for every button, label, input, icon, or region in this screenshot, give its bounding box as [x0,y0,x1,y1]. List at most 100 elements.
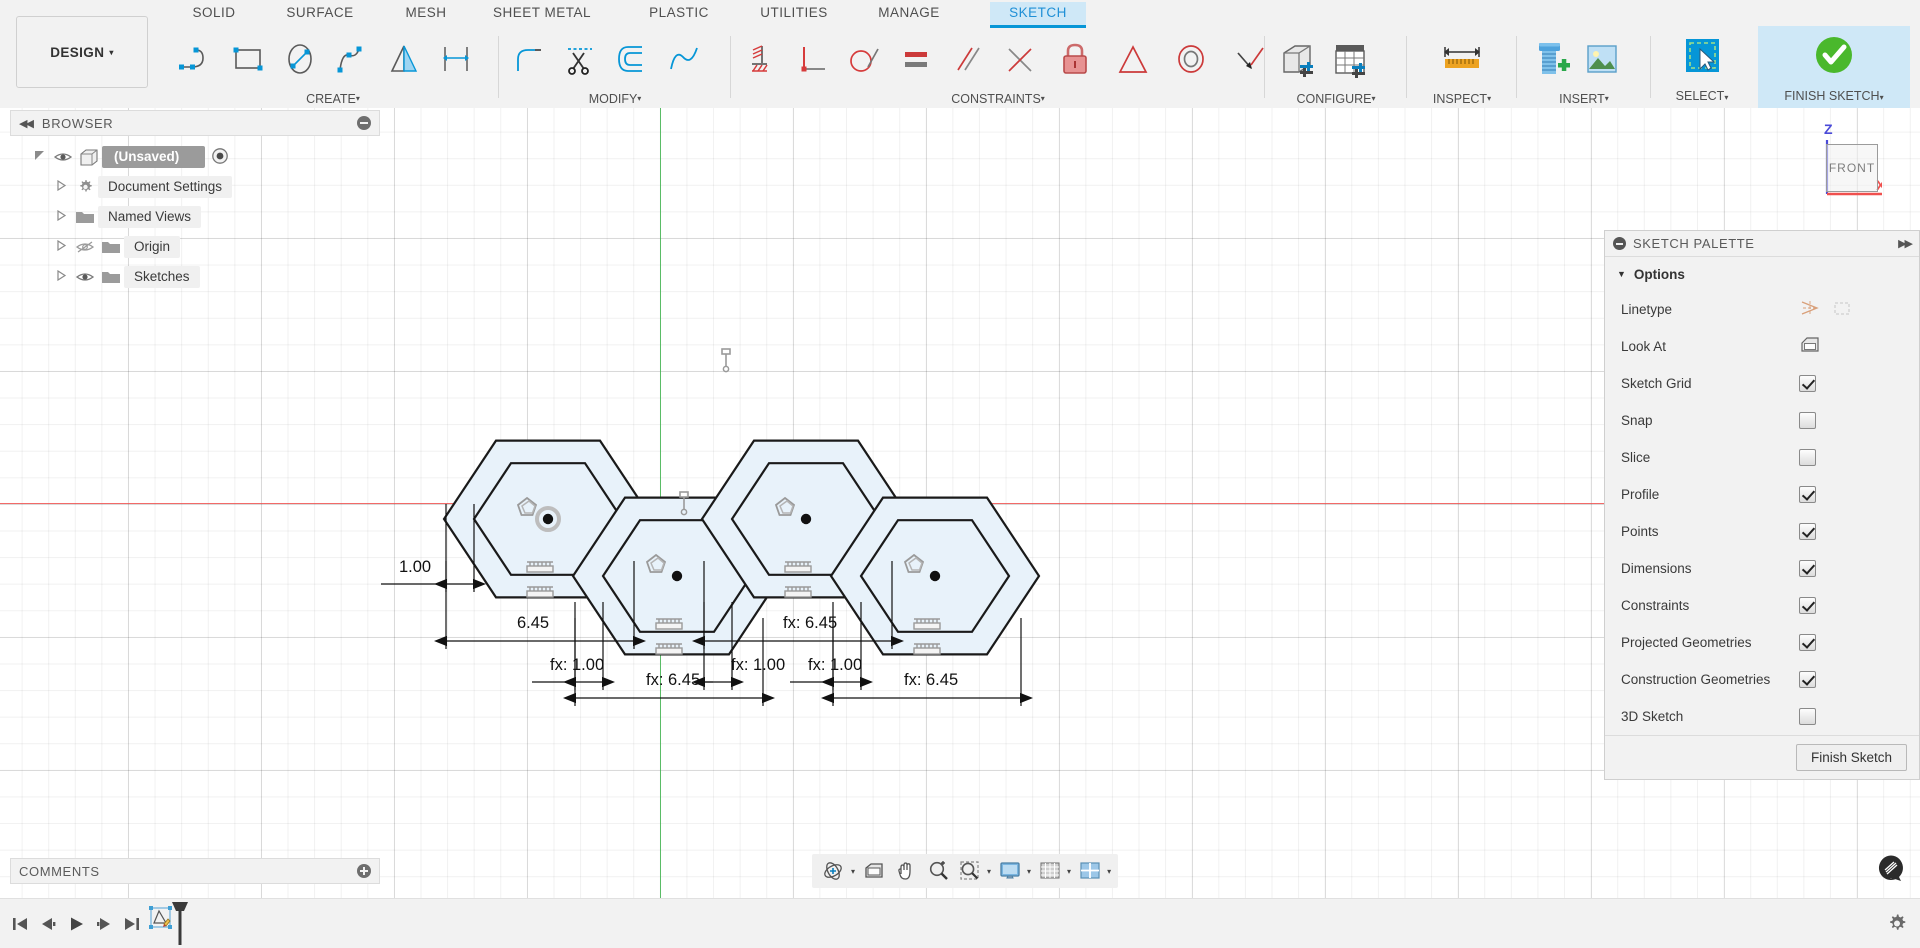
equal-constraint-icon[interactable] [890,31,942,87]
palette-option-3d-sketch: 3D Sketch [1605,698,1919,735]
chevron-down-icon[interactable]: ▾ [1067,867,1071,876]
ribbon-tab-manage[interactable]: MANAGE [862,2,956,28]
gear-icon [72,179,98,196]
ribbon-tab-sheet-metal[interactable]: SHEET METAL [472,2,612,28]
checkbox-sketch-grid[interactable] [1799,375,1816,392]
rectangle-icon[interactable] [222,31,274,87]
palette-option-label: Projected Geometries [1621,635,1752,650]
checkbox-projected-geometries[interactable] [1799,634,1816,651]
browser-header[interactable]: ◀◀ BROWSER [10,110,380,136]
skip-to-end-icon[interactable] [118,899,146,948]
chevron-down-icon[interactable]: ▾ [1107,867,1111,876]
chevron-right-icon[interactable] [50,269,72,284]
activate-component-radio[interactable] [211,147,229,168]
circle-icon[interactable] [274,31,326,87]
chevron-right-icon[interactable] [50,239,72,254]
insert-canvas-image-icon[interactable] [1576,31,1628,87]
browser-item-named-views[interactable]: Named Views [10,202,380,232]
ribbon-tab-plastic[interactable]: PLASTIC [632,2,726,28]
checkbox-profile[interactable] [1799,486,1816,503]
palette-option-label: Snap [1621,413,1653,428]
minimize-icon[interactable] [1613,237,1626,250]
spline-icon[interactable] [326,31,378,87]
offset-icon[interactable] [606,31,658,87]
browser-item-unsaved[interactable]: (Unsaved) [10,142,380,172]
pan-look-at-icon[interactable] [858,856,890,886]
chevron-down-icon[interactable] [28,150,50,164]
checkbox-constraints[interactable] [1799,597,1816,614]
options-section-header[interactable]: ▼ Options [1605,257,1919,291]
ribbon-tab-surface[interactable]: SURFACE [268,2,372,28]
eye-visible-icon[interactable] [72,270,98,284]
add-comment-icon[interactable] [357,864,371,878]
step-forward-icon[interactable] [90,899,118,948]
configure-table-icon[interactable] [1324,31,1376,87]
curvature-comb-icon[interactable] [658,31,710,87]
checkbox-slice[interactable] [1799,449,1816,466]
ribbon-tab-strip: SOLID SURFACE MESH SHEET METAL PLASTIC UTILIT… [0,0,1920,28]
eye-hidden-icon[interactable] [72,240,98,254]
browser-item-document-settings[interactable]: Document Settings [10,172,380,202]
insert-mcmaster-bolt-icon[interactable] [1524,31,1576,87]
zoom-icon[interactable] [922,856,954,886]
symmetry-constraint-icon[interactable] [1104,31,1162,87]
display-settings-icon[interactable] [994,856,1026,886]
settings-gear-button[interactable] [1886,899,1908,948]
checkbox-dimensions[interactable] [1799,560,1816,577]
browser-item-origin[interactable]: Origin [10,232,380,262]
grid-snaps-icon[interactable] [1034,856,1066,886]
pan-hand-icon[interactable] [890,856,922,886]
chevron-right-icon[interactable] [50,209,72,224]
finish-sketch-button[interactable]: Finish Sketch [1795,744,1907,771]
tangent-constraint-icon[interactable] [838,31,890,87]
zoom-window-icon[interactable] [954,856,986,886]
comments-panel[interactable]: COMMENTS [10,858,380,884]
checkbox-construction-geometries[interactable] [1799,671,1816,688]
chevron-down-icon[interactable]: ▾ [851,867,855,876]
ribbon-tab-utilities[interactable]: UTILITIES [742,2,846,28]
perpendicular-constraint-icon[interactable] [786,31,838,87]
play-icon[interactable] [62,899,90,948]
chevron-right-icon[interactable] [50,179,72,194]
checkbox-snap[interactable] [1799,412,1816,429]
help-bubble-icon[interactable] [1878,855,1904,881]
linear-dimension-icon[interactable] [430,31,482,87]
checkbox-points[interactable] [1799,523,1816,540]
expand-right-icon[interactable]: ▶▶ [1898,237,1913,250]
fillet-icon[interactable] [502,31,554,87]
sketch-palette-header[interactable]: SKETCH PALETTE ▶▶ [1605,231,1919,257]
ribbon-tab-sketch[interactable]: SKETCH [990,2,1086,28]
trim-scissors-icon[interactable] [554,31,606,87]
horizontal-vertical-constraint-icon[interactable] [734,31,786,87]
mirror-icon[interactable] [378,31,430,87]
eye-visible-icon[interactable] [50,150,76,164]
ribbon-tab-solid[interactable]: SOLID [172,2,256,28]
browser-item-sketches[interactable]: Sketches [10,262,380,292]
orbit-icon[interactable] [816,856,850,886]
linetype-construction-icon[interactable] [1831,298,1853,321]
ribbon-toolbar: SOLID SURFACE MESH SHEET METAL PLASTIC UTILIT… [0,0,1920,108]
ribbon-tab-mesh[interactable]: MESH [388,2,464,28]
panel-select[interactable]: SELECT▾ [1654,26,1750,108]
parallel-constraint-icon[interactable] [942,31,994,87]
view-cube[interactable]: Z X FRONT [1820,121,1882,196]
panel-finish-sketch[interactable]: FINISH SKETCH▾ [1758,26,1910,108]
sketch-feature-icon[interactable] [146,899,190,948]
collapse-left-icon[interactable]: ◀◀ [19,117,34,130]
measure-ruler-icon[interactable] [1436,31,1488,87]
minimize-icon[interactable] [357,116,371,130]
look-at-icon[interactable] [1799,335,1821,358]
concentric-constraint-icon[interactable] [1162,31,1220,87]
view-cube-front-face[interactable]: FRONT [1826,144,1878,192]
chevron-down-icon[interactable]: ▾ [987,867,991,876]
linetype-centerline-icon[interactable] [1799,298,1821,321]
midpoint-constraint-icon[interactable] [994,31,1046,87]
checkbox-3d-sketch[interactable] [1799,708,1816,725]
line-icon[interactable] [170,31,222,87]
configure-body-icon[interactable] [1272,31,1324,87]
chevron-down-icon[interactable]: ▾ [1027,867,1031,876]
fix-lock-constraint-icon[interactable] [1046,31,1104,87]
step-back-icon[interactable] [34,899,62,948]
viewports-icon[interactable] [1074,856,1106,886]
skip-to-start-icon[interactable] [6,899,34,948]
